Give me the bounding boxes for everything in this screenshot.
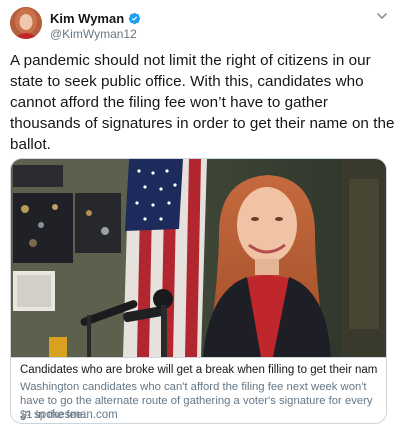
more-options-chevron-down-icon[interactable] [374,8,390,24]
author-handle[interactable]: @KimWyman12 [50,27,137,41]
card-domain-text: spokesman.com [34,409,118,421]
tweet-text: A pandemic should not limit the right of… [10,52,395,153]
card-photo [11,159,386,357]
verified-badge-icon [128,12,141,25]
avatar[interactable] [10,7,42,39]
tweet: Kim Wyman @KimWyman12 A pandemic should … [0,0,402,426]
link-icon [20,410,31,421]
card-title: Candidates who are broke will get a brea… [20,364,378,376]
author-name[interactable]: Kim Wyman [50,11,124,26]
link-preview-card[interactable]: Candidates who are broke will get a brea… [10,158,387,424]
author-name-row: Kim Wyman [50,10,141,26]
card-meta: Candidates who are broke will get a brea… [11,357,386,423]
card-domain: spokesman.com [20,409,118,421]
